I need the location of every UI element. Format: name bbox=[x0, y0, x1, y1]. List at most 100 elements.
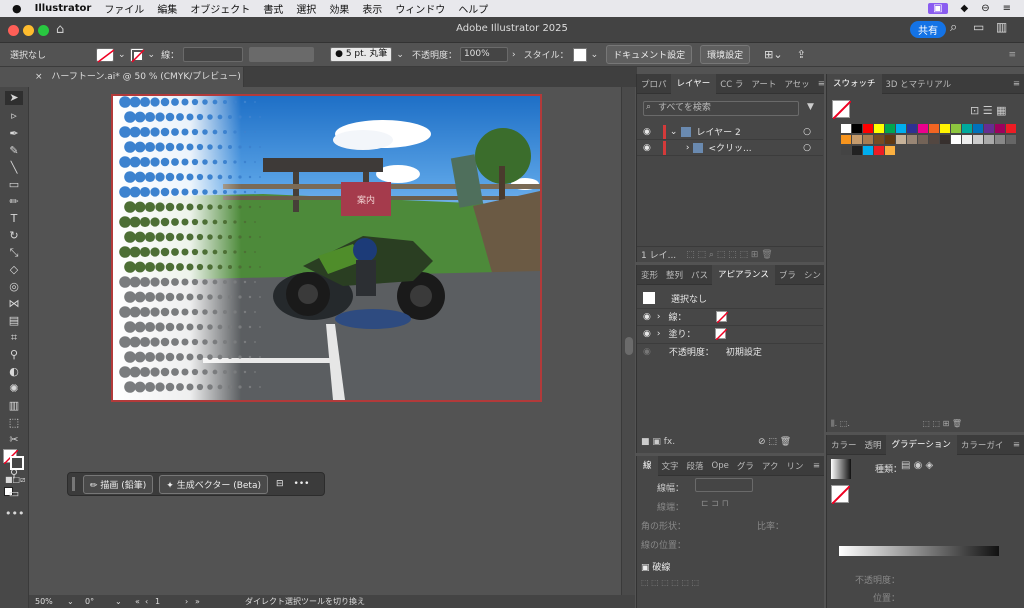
stroke-dropdown-icon[interactable]: ⌄ bbox=[148, 50, 156, 60]
color-swatch[interactable] bbox=[852, 146, 862, 155]
menu-edit[interactable]: 編集 bbox=[157, 1, 177, 16]
opacity-label[interactable]: 不透明度： bbox=[669, 345, 714, 358]
canvas[interactable]: 案内 bbox=[29, 87, 621, 595]
color-swatch[interactable] bbox=[852, 135, 862, 144]
more-button[interactable]: ••• bbox=[294, 479, 310, 489]
target-circle-icon[interactable]: ○ bbox=[803, 127, 811, 137]
zoom-level[interactable]: 50% bbox=[35, 597, 67, 606]
color-mode-icon[interactable]: ■□⧄ bbox=[5, 473, 25, 487]
document-setup-button[interactable]: ドキュメント設定 bbox=[606, 45, 693, 64]
appearance-fill-row[interactable]: ◉ › 塗り： bbox=[637, 325, 823, 341]
color-swatch[interactable] bbox=[940, 124, 950, 133]
color-swatch[interactable] bbox=[896, 124, 906, 133]
taskbar-options-icon[interactable]: ⊟ bbox=[276, 479, 284, 489]
grip-handle[interactable] bbox=[72, 477, 75, 491]
visibility-eye-icon[interactable]: ◉ bbox=[643, 312, 651, 322]
tab-pathfinder[interactable]: パス bbox=[687, 269, 712, 281]
slice-tool-icon[interactable]: ✂ bbox=[5, 433, 23, 447]
menu-help[interactable]: ヘルプ bbox=[458, 1, 488, 16]
color-swatch[interactable] bbox=[852, 124, 862, 133]
app-menu[interactable]: Illustrator bbox=[35, 3, 92, 14]
type-tool-icon[interactable]: T bbox=[5, 212, 23, 226]
tab-align[interactable]: 整列 bbox=[662, 269, 687, 281]
vertical-scroll-thumb[interactable] bbox=[625, 337, 633, 355]
menu-object[interactable]: オブジェクト bbox=[190, 1, 250, 16]
shape-builder-icon[interactable]: ◎ bbox=[5, 280, 23, 294]
tab-symbols[interactable]: シン bbox=[800, 269, 825, 281]
color-swatch[interactable] bbox=[885, 124, 895, 133]
layers-footer-icons[interactable]: ⬚ ⬚ ⌕ ⬚ ⬚ ⬚ ⊞ 🗑 bbox=[686, 250, 773, 260]
arrange-icon[interactable]: ▭ bbox=[973, 20, 984, 34]
appearance-stroke-row[interactable]: ◉ › 線： bbox=[637, 308, 823, 324]
panel-menu-icon[interactable]: ≡ bbox=[809, 461, 824, 471]
expand-chevron-icon[interactable]: › bbox=[657, 312, 661, 322]
first-artboard-icon[interactable]: « bbox=[135, 597, 145, 606]
visibility-eye-icon[interactable]: ◉ bbox=[643, 127, 651, 137]
stroke-width-input[interactable] bbox=[183, 47, 244, 62]
cap-buttons[interactable]: ⊏ ⊐ ⊓ bbox=[701, 499, 729, 509]
width-tool-icon[interactable]: ⋈ bbox=[5, 297, 23, 311]
color-swatch[interactable] bbox=[962, 124, 972, 133]
opacity-input[interactable]: 100% bbox=[459, 47, 508, 62]
rotation-angle[interactable]: 0° bbox=[85, 597, 115, 606]
color-swatch[interactable] bbox=[907, 124, 917, 133]
tab-character[interactable]: 文字 bbox=[658, 460, 683, 472]
color-swatch[interactable] bbox=[841, 124, 851, 133]
close-tab-icon[interactable]: × bbox=[35, 72, 43, 82]
expand-chevron-icon[interactable]: › bbox=[657, 329, 661, 339]
share-button[interactable]: 共有 bbox=[910, 21, 946, 38]
layer-name[interactable]: レイヤー 2 bbox=[696, 125, 740, 138]
color-swatch[interactable] bbox=[841, 135, 851, 144]
paintbrush-tool-icon[interactable]: ✏ bbox=[5, 195, 23, 209]
color-swatch[interactable] bbox=[885, 135, 895, 144]
color-swatch[interactable] bbox=[929, 135, 939, 144]
rectangle-tool-icon[interactable]: ▭ bbox=[5, 178, 23, 192]
fill-swatch[interactable] bbox=[96, 47, 115, 63]
tab-swatches[interactable]: スウォッチ bbox=[827, 73, 882, 94]
gradient-thumbnail[interactable] bbox=[831, 459, 851, 479]
pen-tool-icon[interactable]: ✒ bbox=[5, 127, 23, 141]
link-icon[interactable]: ⊖ bbox=[981, 3, 989, 14]
artboard-number[interactable]: 1 bbox=[155, 597, 185, 606]
brush-dropdown-icon[interactable]: ⌄ bbox=[396, 50, 404, 60]
rotation-dropdown-icon[interactable]: ⌄ bbox=[115, 597, 135, 606]
halftone-photo[interactable]: 案内 bbox=[113, 96, 553, 400]
fill-none-swatch[interactable] bbox=[715, 328, 728, 340]
swatch-footer-icons[interactable]: ⫼. ⬚. ⬚ ⬚ ⊞ 🗑 bbox=[831, 419, 962, 429]
expand-chevron-icon[interactable]: › bbox=[686, 143, 690, 153]
layer-row[interactable]: ◉ ⌄ レイヤー 2 ○ bbox=[637, 124, 823, 140]
visibility-eye-icon[interactable]: ◉ bbox=[643, 329, 651, 339]
tab-properties[interactable]: プロパ bbox=[637, 78, 671, 90]
control-menu-icon[interactable]: ≡ bbox=[1008, 50, 1016, 60]
gradient-type-buttons[interactable]: ▤ ◉ ◈ bbox=[901, 460, 933, 471]
mesh-tool-icon[interactable]: ⌗ bbox=[5, 331, 23, 345]
draw-pencil-button[interactable]: ✏ 描画 (鉛筆) bbox=[83, 474, 154, 494]
color-swatch[interactable] bbox=[951, 135, 961, 144]
menu-select[interactable]: 選択 bbox=[296, 1, 316, 16]
tab-gradient[interactable]: グラデーション bbox=[885, 434, 957, 455]
swatch-view-icons[interactable]: ⊡ ☰ ▦ bbox=[970, 104, 1006, 117]
color-swatch[interactable] bbox=[918, 124, 928, 133]
color-swatch[interactable] bbox=[984, 124, 994, 133]
color-swatch[interactable] bbox=[995, 124, 1005, 133]
color-swatch[interactable] bbox=[907, 135, 917, 144]
brush-select[interactable]: ● 5 pt. 丸筆 bbox=[330, 47, 393, 62]
tab-links[interactable]: リン bbox=[782, 460, 807, 472]
blend-tool-icon[interactable]: ◐ bbox=[5, 365, 23, 379]
sublayer-name[interactable]: <クリッ... bbox=[708, 141, 751, 154]
graph-tool-icon[interactable]: ▥ bbox=[5, 399, 23, 413]
color-swatch[interactable] bbox=[885, 146, 895, 155]
color-swatch[interactable] bbox=[973, 124, 983, 133]
color-swatch[interactable] bbox=[896, 135, 906, 144]
color-swatch[interactable] bbox=[940, 135, 950, 144]
dropbox-icon[interactable]: ◆ bbox=[961, 3, 969, 14]
menu-type[interactable]: 書式 bbox=[263, 1, 283, 16]
tab-actions[interactable]: アク bbox=[758, 460, 783, 472]
expand-chevron-icon[interactable]: ⌄ bbox=[670, 127, 678, 137]
sublayer-row[interactable]: ◉ › <クリッ... ○ bbox=[637, 140, 823, 156]
color-swatch[interactable] bbox=[1006, 124, 1016, 133]
tab-transparency[interactable]: 透明 bbox=[861, 439, 886, 451]
appearance-footer-icons[interactable]: ■ ▣ fx. ⊘ ⬚ 🗑 bbox=[641, 437, 791, 447]
color-swatch[interactable] bbox=[874, 124, 884, 133]
fill-dropdown-icon[interactable]: ⌄ bbox=[118, 50, 126, 60]
